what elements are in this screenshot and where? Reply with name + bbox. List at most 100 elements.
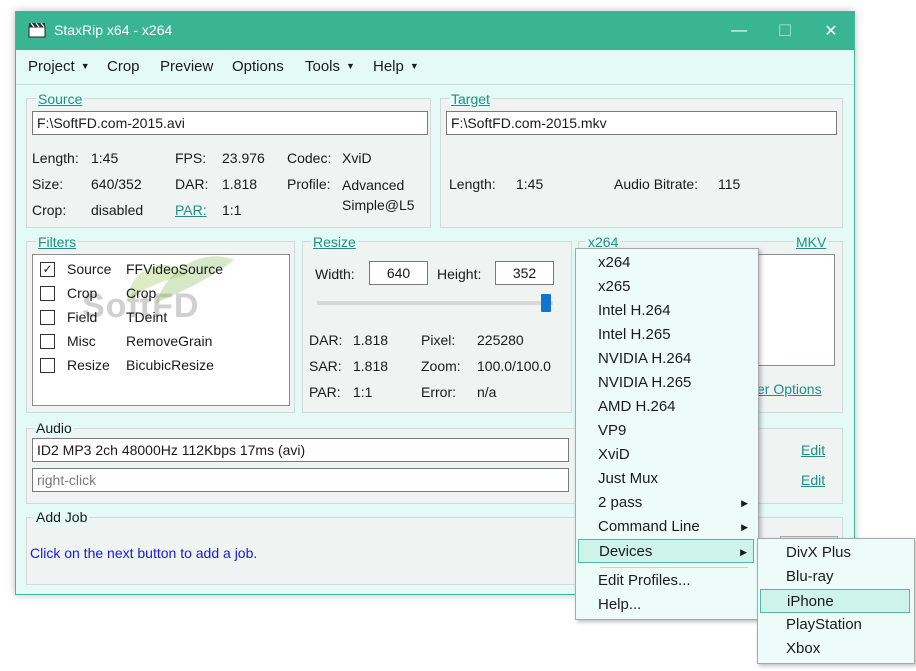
menu-item-nvidia-h264[interactable]: NVIDIA H.264 (578, 347, 754, 371)
resize-dar-value: 1.818 (353, 332, 389, 348)
menu-tools[interactable]: Tools ▼ (305, 58, 355, 75)
audio-bitrate-value: 115 (718, 176, 741, 192)
menu-separator (600, 567, 748, 568)
filter-checkbox[interactable] (40, 358, 55, 373)
resize-par-value: 1:1 (353, 384, 373, 400)
menu-item-amd-h264[interactable]: AMD H.264 (578, 395, 754, 419)
profile-label: Profile: (287, 176, 331, 192)
audio-edit-2-link[interactable]: Edit (801, 472, 825, 488)
width-label: Width: (315, 266, 355, 282)
menu-item-playstation[interactable]: PlayStation (760, 613, 910, 637)
pixel-value: 225280 (477, 332, 524, 348)
audio-edit-1-link[interactable]: Edit (801, 442, 825, 458)
audio-bitrate-label: Audio Bitrate: (614, 176, 699, 192)
filter-name: Resize (67, 357, 110, 373)
dar-value: 1.818 (222, 176, 258, 192)
more-options-link[interactable]: er Options (757, 381, 822, 397)
filter-checkbox[interactable] (40, 286, 55, 301)
fps-label: FPS: (175, 150, 207, 166)
crop-label: Crop: (32, 202, 67, 218)
close-button[interactable]: ✕ (808, 12, 854, 50)
filter-checkbox[interactable] (40, 310, 55, 325)
filter-value: TDeint (126, 309, 168, 325)
menu-item-devices[interactable]: Devices ▶ (578, 539, 754, 563)
pixel-label: Pixel: (421, 332, 456, 348)
menu-item-iphone[interactable]: iPhone (760, 589, 910, 613)
menu-item-x264[interactable]: x264 (578, 251, 754, 275)
filter-name: Source (67, 261, 112, 277)
filter-value: RemoveGrain (126, 333, 213, 349)
submenu-arrow-icon: ▶ (741, 498, 748, 508)
add-job-hint: Click on the next button to add a job. (30, 545, 258, 561)
resize-slider[interactable] (317, 294, 553, 314)
size-value: 640/352 (91, 176, 142, 192)
menu-item-just-mux[interactable]: Just Mux (578, 467, 754, 491)
filter-checkbox[interactable] (40, 334, 55, 349)
source-file-field[interactable]: F:\SoftFD.com-2015.avi (32, 111, 428, 135)
menu-item-intel-h264[interactable]: Intel H.264 (578, 299, 754, 323)
submenu-arrow-icon: ▶ (741, 522, 748, 532)
error-label: Error: (421, 384, 456, 400)
target-length-label: Length: (449, 176, 496, 192)
profile-value-line2: Simple@L5 (342, 197, 415, 213)
resize-sar-label: SAR: (309, 358, 342, 374)
menu-help[interactable]: Help ▼ (373, 58, 419, 75)
title-bar[interactable]: StaxRip x64 - x264 — ☐ ✕ (16, 12, 854, 50)
source-title[interactable]: Source (36, 91, 85, 107)
fps-value: 23.976 (222, 150, 265, 166)
menu-project[interactable]: Project ▼ (28, 58, 90, 75)
menu-item-x265[interactable]: x265 (578, 275, 754, 299)
width-field[interactable]: 640 (369, 261, 428, 285)
slider-track (317, 301, 553, 305)
encoder-profile-box[interactable] (756, 254, 835, 366)
menu-item-vp9[interactable]: VP9 (578, 419, 754, 443)
filter-value: FFVideoSource (126, 261, 224, 277)
filter-name: Field (67, 309, 98, 325)
resize-title[interactable]: Resize (311, 234, 358, 250)
codec-label: Codec: (287, 150, 332, 166)
window-title: StaxRip x64 - x264 (54, 22, 173, 38)
add-job-title: Add Job (34, 509, 90, 525)
target-length-value: 1:45 (516, 176, 544, 192)
dar-label: DAR: (175, 176, 209, 192)
zoom-value: 100.0/100.0 (477, 358, 551, 374)
filters-title[interactable]: Filters (36, 234, 79, 250)
menu-preview[interactable]: Preview (160, 58, 213, 75)
resize-sar-value: 1.818 (353, 358, 389, 374)
menu-item-blu-ray[interactable]: Blu-ray (760, 565, 910, 589)
container-link[interactable]: MKV (794, 234, 829, 250)
menu-item-divx-plus[interactable]: DivX Plus (760, 541, 910, 565)
menu-crop[interactable]: Crop (107, 58, 140, 75)
filter-name: Misc (67, 333, 96, 349)
profile-value-line1: Advanced (342, 177, 405, 193)
menu-item-help[interactable]: Help... (578, 593, 754, 617)
codec-value: XviD (342, 150, 372, 166)
menu-item-intel-h265[interactable]: Intel H.265 (578, 323, 754, 347)
maximize-button[interactable]: ☐ (762, 12, 808, 50)
length-value: 1:45 (91, 150, 119, 166)
filter-checkbox[interactable]: ✓ (40, 262, 55, 277)
menu-item-command-line[interactable]: Command Line ▶ (578, 515, 754, 539)
encoder-menu: x264 x265 Intel H.264 Intel H.265 NVIDIA… (575, 248, 759, 620)
par-link[interactable]: PAR: (175, 202, 207, 218)
height-field[interactable]: 352 (495, 261, 554, 285)
height-label: Height: (437, 266, 482, 282)
minimize-button[interactable]: — (716, 12, 762, 50)
menu-options[interactable]: Options (232, 58, 284, 75)
menu-item-xbox[interactable]: Xbox (760, 637, 910, 661)
audio-track-2-field[interactable]: right-click (32, 468, 569, 492)
devices-submenu: DivX Plus Blu-ray iPhone PlayStation Xbo… (757, 538, 915, 664)
target-title[interactable]: Target (449, 91, 492, 107)
resize-dar-label: DAR: (309, 332, 343, 348)
menu-item-xvid[interactable]: XviD (578, 443, 754, 467)
menu-item-edit-profiles[interactable]: Edit Profiles... (578, 569, 754, 593)
slider-thumb[interactable] (541, 294, 551, 312)
length-label: Length: (32, 150, 79, 166)
menu-item-two-pass[interactable]: 2 pass ▶ (578, 491, 754, 515)
clapperboard-icon (28, 22, 46, 38)
filter-name: Crop (67, 285, 98, 301)
target-file-field[interactable]: F:\SoftFD.com-2015.mkv (446, 111, 837, 135)
audio-track-1-field[interactable]: ID2 MP3 2ch 48000Hz 112Kbps 17ms (avi) (32, 438, 569, 462)
audio-title: Audio (34, 420, 74, 436)
menu-item-nvidia-h265[interactable]: NVIDIA H.265 (578, 371, 754, 395)
